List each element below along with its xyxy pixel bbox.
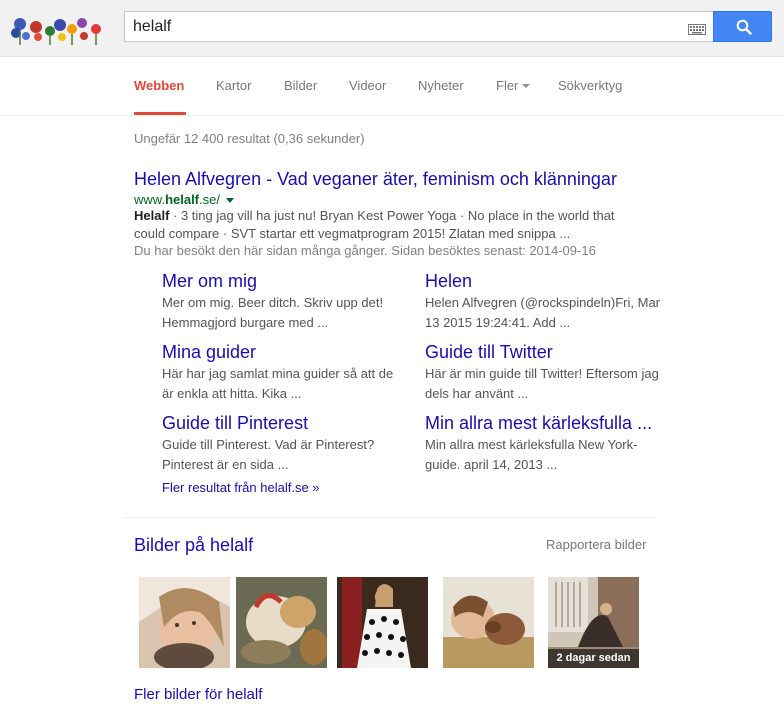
url-bold: helalf (165, 192, 200, 207)
url-suffix: .se/ (199, 192, 220, 207)
search-icon (736, 19, 752, 35)
sitelink-snippet: Guide till Pinterest. Vad är Pinterest? … (162, 437, 375, 472)
tab-fler-label: Fler (496, 78, 519, 93)
sitelink-snippet: Här har jag samlat mina guider så att de… (162, 366, 394, 401)
sitelink: Mina guider Här har jag samlat mina guid… (162, 341, 397, 404)
sitelink-snippet: Här är min guide till Twitter! Eftersom … (425, 366, 659, 401)
image-thumbnail[interactable]: 2 dagar sedan (548, 577, 639, 668)
image-thumbnail[interactable] (443, 577, 534, 668)
sitelink: Guide till Pinterest Guide till Pinteres… (162, 412, 397, 475)
keyboard-icon[interactable] (688, 22, 706, 35)
snippet-bold: Helalf (134, 208, 170, 223)
result-stats: Ungefär 12 400 resultat (0,36 sekunder) (134, 131, 365, 146)
image-thumbnail[interactable] (337, 577, 428, 668)
sitelink-title-mina-guider[interactable]: Mina guider (162, 341, 397, 363)
sitelink-title-guide-pinterest[interactable]: Guide till Pinterest (162, 412, 397, 434)
sitelink-snippet: Helen Alfvegren (@rockspindeln)Fri, Mar … (425, 295, 661, 330)
sitelink: Guide till Twitter Här är min guide till… (425, 341, 660, 404)
tab-videor[interactable]: Videor (349, 78, 386, 93)
tab-nyheter[interactable]: Nyheter (418, 78, 464, 93)
active-tab-indicator (134, 112, 186, 115)
tab-bilder[interactable]: Bilder (284, 78, 317, 93)
more-images-link[interactable]: Fler bilder för helalf (134, 686, 262, 703)
result-title-link[interactable]: Helen Alfvegren - Vad veganer äter, femi… (134, 169, 617, 190)
image-age-badge: 2 dagar sedan (548, 649, 639, 668)
sitelink-snippet: Mer om mig. Beer ditch. Skriv upp det! H… (162, 295, 384, 330)
url-dropdown-arrow-icon[interactable] (226, 198, 234, 204)
google-doodle-logo[interactable] (10, 9, 106, 49)
result-snippet: Helalf · 3 ting jag vill ha just nu! Bry… (134, 207, 624, 243)
search-button[interactable] (713, 11, 772, 42)
sitelink: Helen Helen Alfvegren (@rockspindeln)Fri… (425, 270, 660, 333)
search-input[interactable] (133, 16, 673, 38)
result-url: www.helalf.se/ (134, 192, 234, 207)
tab-webben[interactable]: Webben (134, 78, 184, 93)
sitelink: Mer om mig Mer om mig. Beer ditch. Skriv… (162, 270, 397, 333)
chevron-down-icon (522, 83, 531, 88)
sitelink-title-helen[interactable]: Helen (425, 270, 660, 292)
snippet-text: · 3 ting jag vill ha just nu! Bryan Kest… (134, 208, 615, 241)
tab-kartor[interactable]: Kartor (216, 78, 251, 93)
divider (124, 517, 656, 518)
sitelink: Min allra mest kärleksfulla ... Min allr… (425, 412, 660, 475)
image-thumbnail[interactable] (139, 577, 230, 668)
image-thumbnail[interactable] (236, 577, 327, 668)
tab-fler[interactable]: Fler (496, 78, 531, 93)
sitelink-title-mer-om-mig[interactable]: Mer om mig (162, 270, 397, 292)
search-box[interactable] (124, 11, 714, 42)
top-bar (0, 0, 784, 57)
sitelink-title-karleksfulla[interactable]: Min allra mest kärleksfulla ... (425, 412, 660, 434)
report-images-link[interactable]: Rapportera bilder (546, 537, 646, 552)
search-tabs: Webben Kartor Bilder Videor Nyheter Fler… (0, 57, 784, 116)
images-heading-link[interactable]: Bilder på helalf (134, 535, 253, 556)
more-results-link[interactable]: Fler resultat från helalf.se » (162, 480, 320, 495)
url-prefix: www. (134, 192, 166, 207)
tab-sokverktyg[interactable]: Sökverktyg (558, 78, 622, 93)
sitelink-title-guide-twitter[interactable]: Guide till Twitter (425, 341, 660, 363)
sitelink-snippet: Min allra mest kärleksfulla New York-gui… (425, 437, 638, 472)
visited-note: Du har besökt den här sidan många gånger… (134, 243, 596, 258)
